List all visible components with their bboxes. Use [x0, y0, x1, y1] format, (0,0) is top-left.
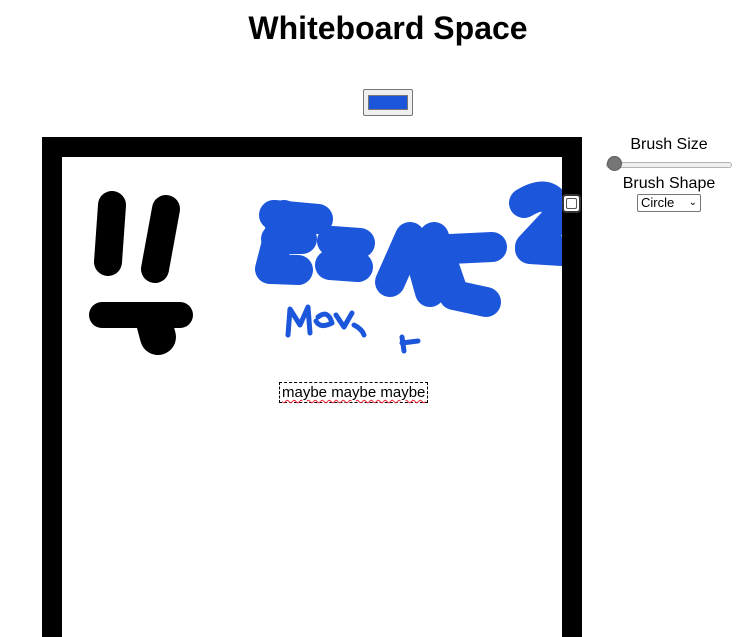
blue-stroke-equals-bottom	[315, 250, 373, 282]
brush-shape-select[interactable]: Circle ⌄	[637, 194, 701, 212]
blue-stroke-equals-top	[317, 226, 375, 258]
brush-shape-selected: Circle	[641, 195, 675, 210]
brush-shape-label: Brush Shape	[622, 175, 716, 192]
black-stroke-eye-right	[141, 195, 180, 283]
page-title: Whiteboard Space	[248, 10, 528, 46]
blue-stroke-m-tail	[439, 280, 501, 317]
brush-color-button[interactable]	[363, 89, 413, 116]
blue-stroke-e-top	[259, 200, 333, 234]
slider-thumb[interactable]	[607, 156, 622, 171]
blue-stroke-c	[435, 232, 507, 264]
blue-stroke-two-base	[515, 234, 562, 266]
chevron-down-icon: ⌄	[688, 197, 697, 208]
brush-controls: Brush Size Brush Shape Circle ⌄	[604, 135, 734, 212]
blue-stroke-e-bottom	[257, 254, 313, 285]
slider-track	[606, 162, 732, 168]
text-box[interactable]: maybe maybe maybe	[279, 382, 429, 403]
brush-size-label: Brush Size	[630, 136, 708, 153]
black-stroke-eye-left	[94, 191, 126, 276]
brush-color-swatch	[368, 95, 408, 110]
text-box-content: maybe maybe maybe	[282, 384, 426, 401]
black-stroke-tongue	[136, 304, 176, 355]
brush-size-slider[interactable]	[604, 156, 732, 172]
blue-stroke-maybe	[285, 304, 421, 354]
board-checkbox[interactable]	[562, 194, 581, 213]
